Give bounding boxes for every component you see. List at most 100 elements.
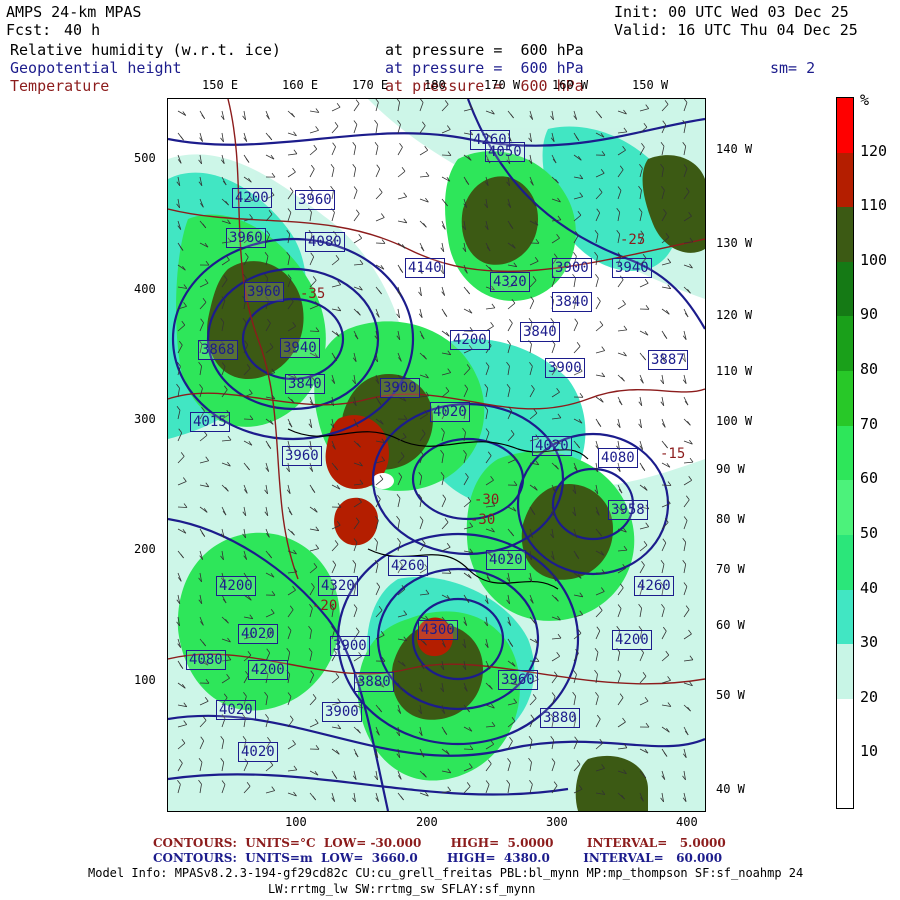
colorbar-segment: [837, 261, 853, 317]
x-tick-label: 400: [676, 815, 698, 829]
right-lon-label: 50 W: [716, 688, 745, 702]
right-lon-label: 90 W: [716, 462, 745, 476]
colorbar-label: 90: [860, 305, 879, 324]
colorbar-label: 70: [860, 414, 879, 433]
colorbar-label: 40: [860, 578, 879, 597]
rh-minimum-spot: [372, 473, 394, 489]
height-contour-label: 3840: [552, 292, 592, 312]
top-lon-label: 160 E: [282, 78, 319, 92]
height-contour-label: 3880: [354, 672, 394, 692]
temperature-contour-label: -30: [474, 492, 500, 508]
height-contour-label: 4080: [186, 650, 226, 670]
right-lon-label: 60 W: [716, 618, 745, 632]
temperature-contour-label: -35: [300, 286, 326, 302]
height-contour-label: 3900: [552, 258, 592, 278]
y-tick-label: 300: [134, 412, 156, 426]
wind-barb: [441, 154, 452, 156]
colorbar-segment: [837, 589, 853, 645]
right-lon-label: 130 W: [716, 236, 753, 250]
height-contour-label: 4260: [634, 576, 674, 596]
top-lon-label: 150 W: [632, 78, 669, 92]
model-info-line2: LW:rrtmg_lw SW:rrtmg_sw SFLAY:sf_mynn: [268, 882, 536, 896]
colorbar-segment: [837, 152, 853, 208]
right-lon-label: 70 W: [716, 562, 745, 576]
colorbar-segment: [837, 98, 853, 154]
right-lon-label: 40 W: [716, 782, 745, 796]
colorbar-segment: [837, 207, 853, 263]
height-contour-label: 3958: [608, 500, 648, 520]
height-contour-label: 3960: [226, 228, 266, 248]
wind-barb: [463, 748, 474, 750]
height-contour-label: 4020: [486, 550, 526, 570]
x-tick-label: 200: [416, 815, 438, 829]
height-contour-label: 4200: [450, 330, 490, 350]
wind-barb: [595, 572, 606, 574]
colorbar-label: 30: [860, 633, 879, 652]
colorbar-label: 120: [860, 141, 888, 160]
height-contour-label: 4320: [318, 576, 358, 596]
height-contour-label: 4200: [232, 188, 272, 208]
height-contour-label: 3840: [520, 322, 560, 342]
right-lon-label: 140 W: [716, 142, 753, 156]
height-contour-label: 4200: [216, 576, 256, 596]
colorbar-label: 80: [860, 360, 879, 379]
right-lon-label: 80 W: [716, 512, 745, 526]
colorbar-label: 100: [860, 250, 888, 269]
height-contour-label: 3960: [282, 446, 322, 466]
colorbar-segment: [837, 480, 853, 536]
height-contour-label: 3940: [280, 338, 320, 358]
valid-time: Valid: 16 UTC Thu 04 Dec 25: [614, 21, 858, 39]
height-contour-label: 3960: [498, 670, 538, 690]
smoothing-label: sm= 2: [770, 59, 816, 77]
x-tick-label: 100: [285, 815, 307, 829]
height-contour-label: 4080: [305, 232, 345, 252]
colorbar-label: 110: [860, 196, 888, 215]
field-height-name: Geopotential height: [10, 59, 182, 77]
height-contour-label: 3960: [244, 282, 284, 302]
height-contour-label: 4020: [430, 402, 470, 422]
colorbar-segment: [837, 534, 853, 591]
height-contour-label: 4300: [418, 620, 458, 640]
height-contour-label: 3840: [285, 374, 325, 394]
height-contour-label: 3887: [648, 350, 688, 370]
height-contour-label: 4200: [612, 630, 652, 650]
height-contour-label: 3900: [322, 702, 362, 722]
right-lon-label: 100 W: [716, 414, 753, 428]
right-lon-label: 120 W: [716, 308, 753, 322]
height-contour-label: 3900: [330, 636, 370, 656]
model-title: AMPS 24-km MPAS: [6, 3, 142, 21]
height-contour-label: 4020: [238, 624, 278, 644]
height-contour-label: 3868: [198, 340, 238, 360]
field-height-level: at pressure = 600 hPa: [385, 59, 584, 77]
colorbar-label: 60: [860, 469, 879, 488]
y-tick-label: 400: [134, 282, 156, 296]
top-lon-label: 150 E: [202, 78, 239, 92]
wind-barb: [529, 660, 540, 662]
height-contour-label: 3900: [380, 378, 420, 398]
temperature-contour-label: -25: [620, 232, 646, 248]
y-tick-label: 200: [134, 542, 156, 556]
y-tick-label: 100: [134, 673, 156, 687]
height-contour-label: 3900: [545, 358, 585, 378]
wind-barb: [375, 242, 386, 244]
field-temp-name: Temperature: [10, 77, 110, 95]
colorbar-label: 20: [860, 687, 879, 706]
colorbar-segment: [837, 698, 853, 754]
contours-height-info: CONTOURS: UNITS=m LOW= 3660.0 HIGH= 4380…: [153, 851, 723, 865]
contours-temperature-info: CONTOURS: UNITS=°C LOW= -30.000 HIGH= 5.…: [153, 836, 726, 850]
height-contour-label: 4140: [405, 258, 445, 278]
top-lon-label: 180: [424, 78, 446, 92]
colorbar-segment: [837, 644, 853, 700]
height-contour-label: 4020: [216, 700, 256, 720]
temperature-contour-label: -20: [312, 598, 338, 614]
rh-colorbar: [836, 97, 854, 809]
right-lon-label: 110 W: [716, 364, 753, 378]
field-rh-level: at pressure = 600 hPa: [385, 41, 584, 59]
wind-barb: [243, 418, 254, 420]
top-lon-label: 170 W: [484, 78, 521, 92]
temperature-contour-label: -15: [660, 446, 686, 462]
x-tick-label: 300: [546, 815, 568, 829]
height-contour-label: 3960: [295, 190, 335, 210]
forecast-hours: 40 h: [64, 21, 101, 39]
height-contour-label: 4200: [248, 660, 288, 680]
